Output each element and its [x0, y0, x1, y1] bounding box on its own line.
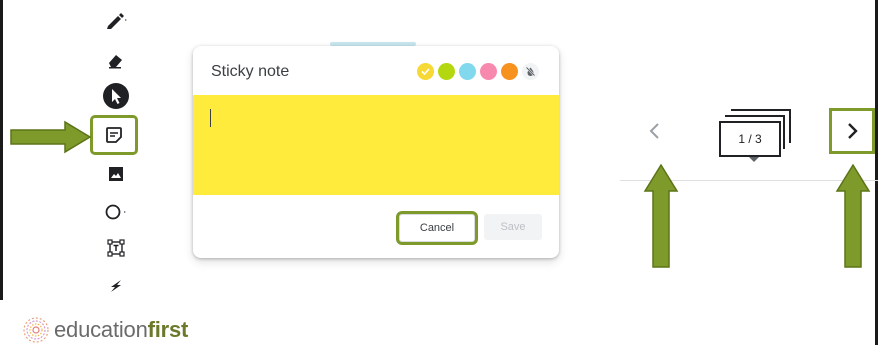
sticky-note-dialog: Sticky note Cancel Save: [193, 46, 559, 258]
previous-frame-button[interactable]: [641, 117, 669, 145]
laser-icon: [111, 280, 121, 292]
highlight-arrow-up-left: [643, 163, 679, 268]
eraser-icon: [109, 55, 122, 69]
education-first-logo: educationfirst: [22, 316, 188, 344]
pen-tool[interactable]: [96, 4, 136, 36]
swatch-none[interactable]: [522, 63, 539, 80]
frame-counter[interactable]: 1 / 3: [715, 104, 795, 164]
text-box-tool[interactable]: [96, 232, 136, 264]
select-tool[interactable]: [96, 80, 136, 112]
swatch-pink[interactable]: [480, 63, 497, 80]
no-color-icon: [525, 66, 536, 77]
pen-icon: [107, 13, 127, 29]
save-button[interactable]: Save: [484, 214, 542, 240]
image-tool[interactable]: [96, 158, 136, 190]
laser-tool[interactable]: [96, 270, 136, 302]
jamboard-toolbar: [90, 0, 138, 302]
note-text-area[interactable]: [193, 95, 559, 195]
next-frame-button[interactable]: [829, 108, 875, 154]
swatch-yellow[interactable]: [417, 63, 434, 80]
swatch-green[interactable]: [438, 63, 455, 80]
cancel-button[interactable]: Cancel: [399, 214, 475, 242]
frame-border-left: [0, 0, 3, 300]
sticky-note-icon: [106, 127, 122, 143]
sunburst-logo-icon: [23, 317, 49, 343]
dialog-title: Sticky note: [211, 63, 290, 80]
shape-tool[interactable]: [96, 196, 136, 228]
check-icon: [421, 68, 430, 76]
chevron-down-icon: [749, 157, 759, 162]
chevron-left-icon: [649, 123, 659, 139]
chevron-right-icon: [848, 123, 858, 139]
circle-shape-icon: [105, 204, 126, 220]
swatch-orange[interactable]: [501, 63, 518, 80]
logo-text-first: first: [147, 317, 189, 342]
color-swatches: [417, 63, 539, 80]
sticky-note-tool[interactable]: [90, 115, 138, 155]
select-icon: [103, 83, 129, 109]
frame-counter-label: 1 / 3: [719, 121, 781, 157]
highlight-arrow-up-right: [835, 163, 871, 268]
text-box-icon: [107, 239, 125, 257]
swatch-cyan[interactable]: [459, 63, 476, 80]
image-icon: [109, 167, 123, 181]
logo-text: educationfirst: [54, 317, 188, 343]
highlight-arrow-right: [10, 120, 92, 154]
logo-text-education: education: [54, 317, 148, 342]
eraser-tool[interactable]: [96, 44, 136, 76]
text-caret: [210, 109, 211, 127]
